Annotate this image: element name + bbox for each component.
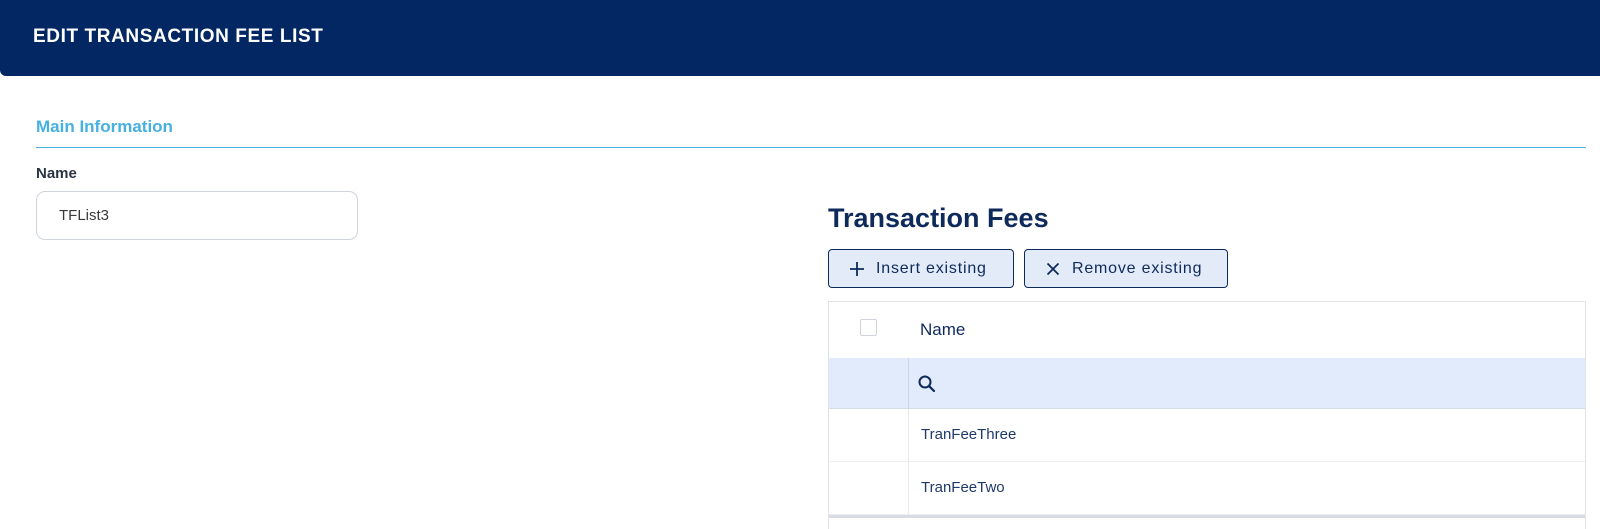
fee-name-cell: TranFeeThree <box>921 426 1017 443</box>
grid-header: Name <box>829 302 1585 358</box>
filter-row <box>829 358 1585 409</box>
table-row[interactable]: TranFeeThree <box>829 409 1585 462</box>
grid-bottom-border <box>829 515 1585 518</box>
close-icon <box>1044 260 1062 278</box>
select-all-checkbox[interactable] <box>860 319 877 336</box>
remove-existing-button[interactable]: Remove existing <box>1024 249 1228 288</box>
insert-existing-button[interactable]: Insert existing <box>828 249 1014 288</box>
column-divider <box>908 462 909 514</box>
search-icon[interactable] <box>917 374 937 394</box>
column-header-name[interactable]: Name <box>920 320 965 340</box>
section-divider <box>36 147 1586 148</box>
page-header: EDIT TRANSACTION FEE LIST <box>0 0 1600 76</box>
name-input[interactable] <box>36 191 358 240</box>
insert-existing-label: Insert existing <box>876 259 987 277</box>
edit-form: Main Information Name Transaction Fees I… <box>0 76 1600 529</box>
page-title: EDIT TRANSACTION FEE LIST <box>33 26 324 47</box>
name-label: Name <box>36 165 77 182</box>
plus-icon <box>848 260 866 278</box>
section-title-main-information: Main Information <box>36 117 173 136</box>
table-row[interactable]: TranFeeTwo <box>829 462 1585 515</box>
transaction-fees-title: Transaction Fees <box>828 203 1049 233</box>
remove-existing-label: Remove existing <box>1072 259 1203 277</box>
fee-name-cell: TranFeeTwo <box>921 479 1005 496</box>
column-divider <box>908 409 909 461</box>
transaction-fees-grid: Name TranFeeThree TranFeeTwo <box>828 301 1586 529</box>
column-divider <box>908 358 909 409</box>
